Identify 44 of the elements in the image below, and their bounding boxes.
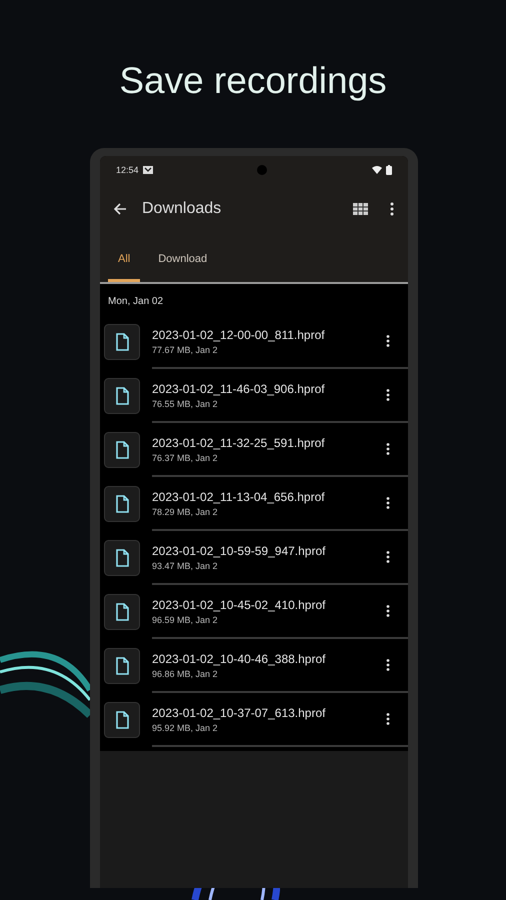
file-icon [104, 702, 140, 738]
file-icon [104, 540, 140, 576]
tab[interactable]: Download [148, 253, 218, 282]
battery-icon [386, 165, 392, 175]
file-details: 93.47 MB, Jan 2 [152, 560, 219, 570]
more-options-icon[interactable] [386, 659, 390, 671]
file-icon [104, 324, 140, 360]
more-options-icon[interactable] [386, 497, 390, 509]
more-options-icon[interactable] [390, 202, 394, 216]
file-details: 96.86 MB, Jan 2 [152, 668, 219, 678]
screen-title: Downloads [142, 200, 222, 218]
file-name: 2023-01-02_11-32-25_591.hprof [152, 436, 326, 450]
file-icon [104, 594, 140, 630]
file-details: 76.37 MB, Jan 2 [152, 452, 219, 462]
file-details: 77.67 MB, Jan 2 [152, 344, 219, 354]
notification-icon [142, 166, 153, 174]
file-details: 78.29 MB, Jan 2 [152, 506, 219, 516]
more-options-icon[interactable] [386, 389, 390, 401]
file-icon [104, 648, 140, 684]
file-details: 95.92 MB, Jan 2 [152, 722, 219, 732]
camera-icon [257, 165, 268, 175]
section-date: Mon, Jan 02 [107, 295, 164, 309]
file-name: 2023-01-02_10-59-59_947.hprof [152, 544, 326, 558]
file-name: 2023-01-02_10-40-46_388.hprof [152, 652, 326, 666]
file-name: 2023-01-02_12-00-00_811.hprof [152, 328, 326, 342]
file-details: 76.55 MB, Jan 2 [152, 398, 219, 408]
grid-view-icon[interactable] [353, 203, 368, 215]
file-icon [104, 378, 140, 414]
file-name: 2023-01-02_11-46-03_906.hprof [152, 382, 326, 396]
headline: Save recordings [119, 59, 387, 103]
file-icon [104, 432, 140, 468]
file-name: 2023-01-02_10-37-07_613.hprof [152, 706, 326, 720]
status-time: 12:54 [116, 165, 139, 175]
file-details: 96.59 MB, Jan 2 [152, 614, 219, 624]
back-icon[interactable] [112, 201, 128, 217]
more-options-icon[interactable] [386, 713, 390, 725]
more-options-icon[interactable] [386, 443, 390, 455]
file-name: 2023-01-02_11-13-04_656.hprof [152, 490, 326, 504]
more-options-icon[interactable] [386, 335, 390, 347]
file-icon [104, 486, 140, 522]
more-options-icon[interactable] [386, 605, 390, 617]
wifi-icon [372, 166, 382, 174]
file-name: 2023-01-02_10-45-02_410.hprof [152, 598, 326, 612]
more-options-icon[interactable] [386, 551, 390, 563]
